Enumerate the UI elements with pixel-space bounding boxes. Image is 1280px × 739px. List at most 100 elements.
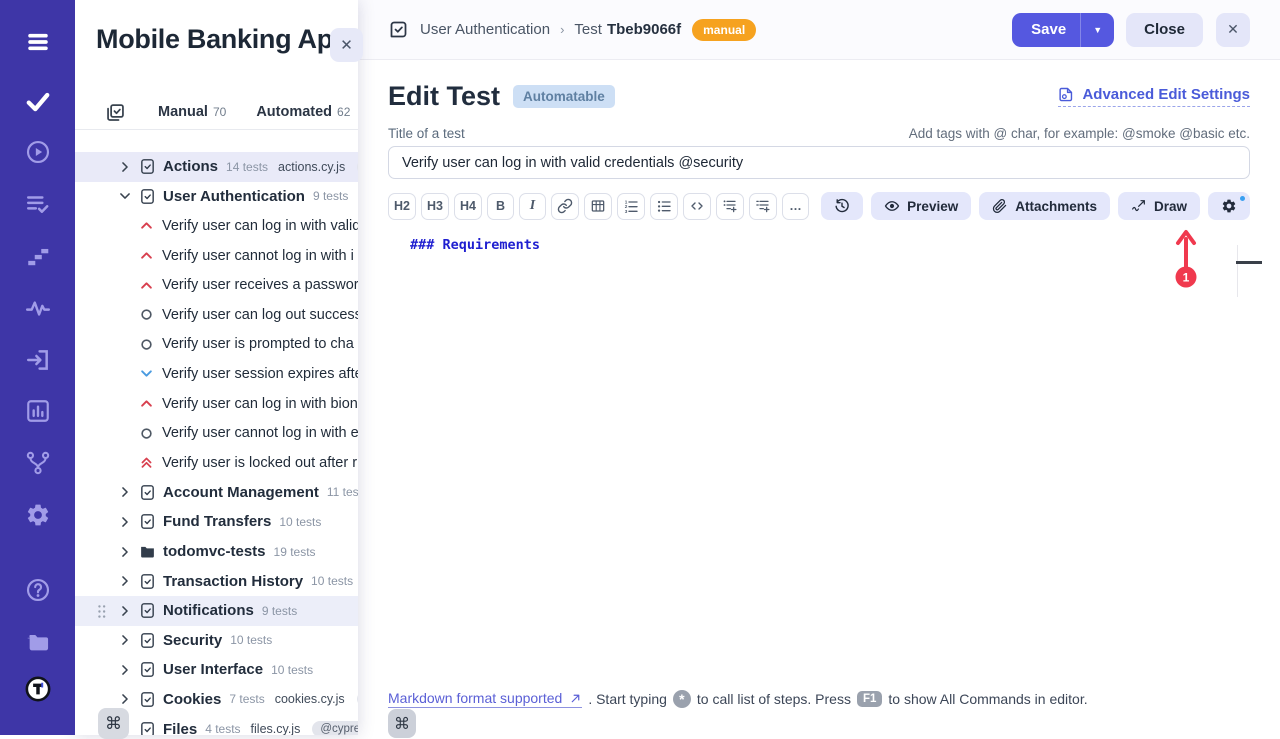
markdown-editor[interactable]: ### Requirements [388, 220, 1250, 640]
advanced-edit-settings-link[interactable]: Advanced Edit Settings [1058, 86, 1250, 107]
tests-icon[interactable] [0, 88, 75, 114]
save-dropdown-caret[interactable]: ▼ [1080, 13, 1114, 47]
editor-footer-hint: Markdown format supported . Start typing… [388, 690, 1088, 708]
chevron-down-blue-icon [139, 366, 154, 381]
format-italic-button[interactable]: I [519, 193, 546, 220]
breadcrumb-check-icon [388, 19, 409, 40]
pulse-analytics-icon[interactable] [0, 295, 75, 321]
chevron-right-icon[interactable] [118, 160, 132, 174]
tree-test[interactable]: Verify user session expires afte [75, 359, 358, 389]
menu-icon[interactable] [0, 29, 75, 55]
tree-test[interactable]: Verify user cannot log in with i [75, 241, 358, 271]
tree-test[interactable]: Verify user is prompted to cha [75, 330, 358, 360]
tree-suite-actions[interactable]: Actions 14 tests actions.cy.js @c [75, 152, 358, 182]
ordered-list-button[interactable] [617, 193, 645, 220]
test-tree-panel: Mobile Banking Ap ✕ Manual70 Automated62… [75, 0, 358, 735]
chevron-right-icon[interactable] [118, 574, 132, 588]
branches-icon[interactable] [0, 450, 75, 476]
test-plans-icon[interactable] [0, 191, 75, 217]
steps-icon[interactable] [0, 243, 75, 269]
tree-test[interactable]: Verify user cannot log in with e [75, 418, 358, 448]
tree-test[interactable]: Verify user can log in with valid [75, 211, 358, 241]
chevron-right-icon[interactable] [118, 515, 132, 529]
attachments-button[interactable]: Attachments [979, 192, 1110, 220]
format-h3-button[interactable]: H3 [421, 193, 449, 220]
annotation-arrow-1: 1 [1172, 227, 1200, 289]
draw-button[interactable]: Draw [1118, 192, 1200, 220]
markdown-help-link[interactable]: Markdown format supported [388, 690, 582, 708]
tree-suite-security[interactable]: Security10 tests [75, 626, 358, 656]
add-steps-numbered-button[interactable] [749, 193, 777, 220]
tree-suite-notifications[interactable]: Notifications9 tests [75, 596, 358, 626]
help-icon[interactable] [0, 577, 75, 603]
code-icon [689, 198, 705, 214]
chevron-right-icon[interactable] [118, 633, 132, 647]
history-button[interactable] [821, 192, 863, 220]
suite-doc-icon [139, 661, 156, 678]
bullet-list-icon [656, 198, 672, 214]
drag-handle-icon[interactable] [96, 603, 108, 620]
close-button[interactable]: Close [1126, 13, 1203, 47]
tree-suite-transaction-history[interactable]: Transaction History10 tests [75, 566, 358, 596]
app-logo[interactable] [0, 676, 75, 702]
editor-settings-button[interactable] [1208, 192, 1250, 220]
priority-normal-icon [139, 426, 154, 441]
breadcrumb-separator: › [560, 22, 564, 37]
chevron-right-icon[interactable] [118, 604, 132, 618]
ordered-list-icon [623, 198, 639, 214]
copy-check-icon[interactable] [105, 102, 126, 123]
tab-automated[interactable]: Automated62 [256, 104, 350, 120]
edit-test-content: Edit Test Automatable Advanced Edit Sett… [358, 60, 1280, 734]
external-link-icon [569, 692, 582, 705]
gear-icon [1221, 198, 1237, 214]
chevron-right-icon[interactable] [118, 545, 132, 559]
chevron-down-icon[interactable] [118, 189, 132, 203]
tree-test[interactable]: Verify user is locked out after r [75, 448, 358, 478]
projects-folder-icon[interactable] [0, 629, 75, 655]
settings-gear-icon[interactable] [0, 502, 75, 528]
priority-high-icon [139, 396, 154, 411]
runs-play-icon[interactable] [0, 139, 75, 165]
tab-manual[interactable]: Manual70 [158, 104, 226, 120]
tree-test[interactable]: Verify user can log out success [75, 300, 358, 330]
test-title-input[interactable] [388, 146, 1250, 179]
tree-suite-account-management[interactable]: Account Management11 tests [75, 478, 358, 508]
tree-suite-user-authentication[interactable]: User Authentication 9 tests [75, 182, 358, 212]
save-button[interactable]: Save▼ [1012, 13, 1114, 47]
star-key-hint: * [673, 690, 691, 708]
preview-button[interactable]: Preview [871, 192, 971, 220]
add-steps-list-button[interactable] [716, 193, 744, 220]
tree-suite-user-interface[interactable]: User Interface10 tests [75, 655, 358, 685]
format-h2-button[interactable]: H2 [388, 193, 416, 220]
tree-folder-todomvc-tests[interactable]: todomvc-tests19 tests [75, 537, 358, 567]
chevron-right-icon[interactable] [118, 485, 132, 499]
format-bold-button[interactable]: B [487, 193, 514, 220]
automatable-badge: Automatable [513, 85, 615, 108]
code-button[interactable] [683, 193, 711, 220]
priority-critical-icon [139, 455, 154, 470]
suite-doc-icon [139, 513, 156, 530]
chevron-right-icon[interactable] [118, 663, 132, 677]
format-h4-button[interactable]: H4 [454, 193, 482, 220]
app-sidebar [0, 0, 75, 735]
import-icon[interactable] [0, 347, 75, 373]
panel-close-button[interactable]: ✕ [330, 28, 363, 62]
close-x-button[interactable]: ✕ [1216, 13, 1250, 47]
link-icon [557, 198, 573, 214]
tree-test[interactable]: Verify user can log in with bion [75, 389, 358, 419]
breadcrumb-suite[interactable]: User Authentication [420, 21, 550, 38]
more-formats-button[interactable]: … [782, 193, 809, 220]
insert-table-button[interactable] [584, 193, 612, 220]
top-bar: User Authentication › Test Tbeb9066f man… [358, 0, 1280, 60]
status-badge-manual: manual [692, 19, 756, 41]
insert-link-button[interactable] [551, 193, 579, 220]
tree-suite-fund-transfers[interactable]: Fund Transfers10 tests [75, 507, 358, 537]
reports-chart-icon[interactable] [0, 398, 75, 424]
title-field-label: Title of a test [388, 126, 465, 141]
numbered-list-add-icon [755, 198, 771, 214]
tree-test[interactable]: Verify user receives a password [75, 270, 358, 300]
table-icon [590, 198, 606, 214]
chevron-right-icon[interactable] [118, 692, 132, 706]
bullet-list-button[interactable] [650, 193, 678, 220]
editor-scroll-handle[interactable] [1236, 261, 1262, 264]
